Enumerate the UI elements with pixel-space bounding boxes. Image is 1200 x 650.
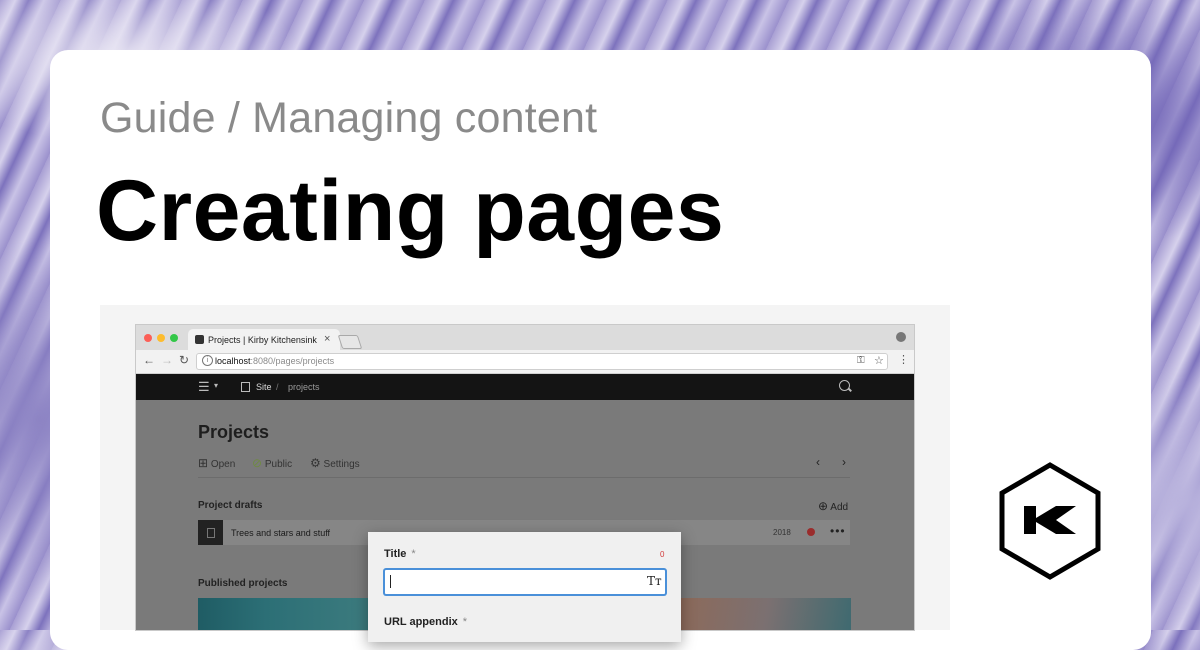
status-icon: ⊘ bbox=[252, 456, 263, 470]
settings-option[interactable]: ⚙ Settings bbox=[310, 456, 360, 470]
add-label: Add bbox=[830, 502, 849, 513]
search-icon[interactable] bbox=[839, 380, 850, 391]
required-marker: * bbox=[462, 616, 468, 628]
divider bbox=[198, 477, 850, 478]
tab-title: Projects | Kirby Kitchensink bbox=[208, 335, 317, 345]
url-text: localhost:8080/pages/projects bbox=[215, 356, 334, 366]
back-icon[interactable]: ← bbox=[143, 353, 155, 367]
text-caret bbox=[390, 575, 391, 588]
browser-tab-bar: Projects | Kirby Kitchensink × bbox=[136, 325, 914, 350]
zoom-window-dot[interactable] bbox=[170, 334, 178, 342]
create-page-dialog: Title * 0 Tт URL appendix * bbox=[368, 532, 681, 642]
chevron-down-icon[interactable]: ▾ bbox=[214, 381, 218, 390]
list-item-year: 2018 bbox=[773, 528, 791, 537]
site-icon bbox=[241, 382, 250, 392]
page-title: Creating pages bbox=[96, 163, 725, 259]
open-icon: ⊞ bbox=[198, 456, 209, 470]
prev-page-icon[interactable]: ‹ bbox=[816, 455, 820, 469]
status-option[interactable]: ⊘ Public bbox=[252, 456, 292, 470]
add-draft-button[interactable]: ⊕ Add bbox=[818, 499, 848, 513]
close-window-dot[interactable] bbox=[144, 334, 152, 342]
open-label: Open bbox=[210, 459, 236, 470]
tab-close-icon[interactable]: × bbox=[324, 333, 330, 345]
title-label-text: Title bbox=[384, 548, 407, 560]
browser-menu-icon[interactable]: ⋮ bbox=[898, 353, 909, 366]
required-marker: * bbox=[411, 548, 416, 560]
panel-topbar: ☰ ▾ Site / projects bbox=[136, 374, 914, 400]
url-field-label: URL appendix * bbox=[384, 616, 467, 628]
browser-toolbar: ← → ↻ i localhost:8080/pages/projects ⚿ … bbox=[136, 350, 914, 374]
project-image[interactable] bbox=[681, 598, 851, 630]
published-section-title: Published projects bbox=[198, 578, 288, 589]
forward-icon[interactable]: → bbox=[161, 353, 173, 367]
url-label-text: URL appendix bbox=[384, 616, 458, 628]
status-label: Public bbox=[264, 459, 293, 470]
draft-status-icon[interactable] bbox=[807, 528, 815, 536]
character-counter: 0 bbox=[660, 550, 665, 559]
panel-breadcrumb-site[interactable]: Site bbox=[256, 382, 272, 392]
url-path: :8080/pages/projects bbox=[250, 356, 335, 366]
profile-icon[interactable] bbox=[896, 332, 906, 342]
info-icon[interactable]: i bbox=[202, 355, 213, 366]
url-host: localhost bbox=[215, 356, 251, 366]
open-option[interactable]: ⊞ Open bbox=[198, 456, 235, 470]
add-icon: ⊕ bbox=[818, 499, 829, 513]
address-bar[interactable]: i localhost:8080/pages/projects ⚿ ☆ bbox=[196, 353, 888, 370]
breadcrumb[interactable]: Guide / Managing content bbox=[100, 94, 597, 143]
more-options-icon[interactable]: ••• bbox=[830, 524, 846, 538]
project-image[interactable] bbox=[198, 598, 368, 630]
text-format-icon[interactable]: Tт bbox=[647, 574, 662, 588]
page: { "breadcrumb": "Guide / Managing conten… bbox=[0, 0, 1200, 650]
drafts-section-title: Project drafts bbox=[198, 500, 263, 511]
hamburger-menu-icon[interactable]: ☰ bbox=[198, 379, 210, 395]
title-field-label: Title * bbox=[384, 548, 416, 560]
settings-label: Settings bbox=[323, 459, 360, 470]
bookmark-star-icon[interactable]: ☆ bbox=[874, 354, 884, 367]
settings-icon: ⚙ bbox=[310, 456, 321, 470]
panel-breadcrumb-page[interactable]: projects bbox=[288, 382, 320, 392]
kirby-favicon-icon bbox=[195, 335, 204, 344]
list-item-title: Trees and stars and stuff bbox=[231, 528, 331, 538]
new-tab-button[interactable] bbox=[337, 335, 363, 349]
kirby-logo-icon bbox=[999, 462, 1101, 580]
reload-icon[interactable]: ↻ bbox=[179, 353, 189, 367]
minimize-window-dot[interactable] bbox=[157, 334, 165, 342]
page-thumbnail-icon bbox=[198, 520, 223, 545]
browser-tab[interactable]: Projects | Kirby Kitchensink × bbox=[188, 329, 340, 350]
panel-page-title: Projects bbox=[198, 422, 270, 442]
panel-breadcrumb-separator: / bbox=[276, 382, 279, 392]
key-icon[interactable]: ⚿ bbox=[857, 355, 865, 366]
next-page-icon[interactable]: › bbox=[842, 455, 846, 469]
title-input[interactable]: Tт bbox=[384, 569, 666, 595]
